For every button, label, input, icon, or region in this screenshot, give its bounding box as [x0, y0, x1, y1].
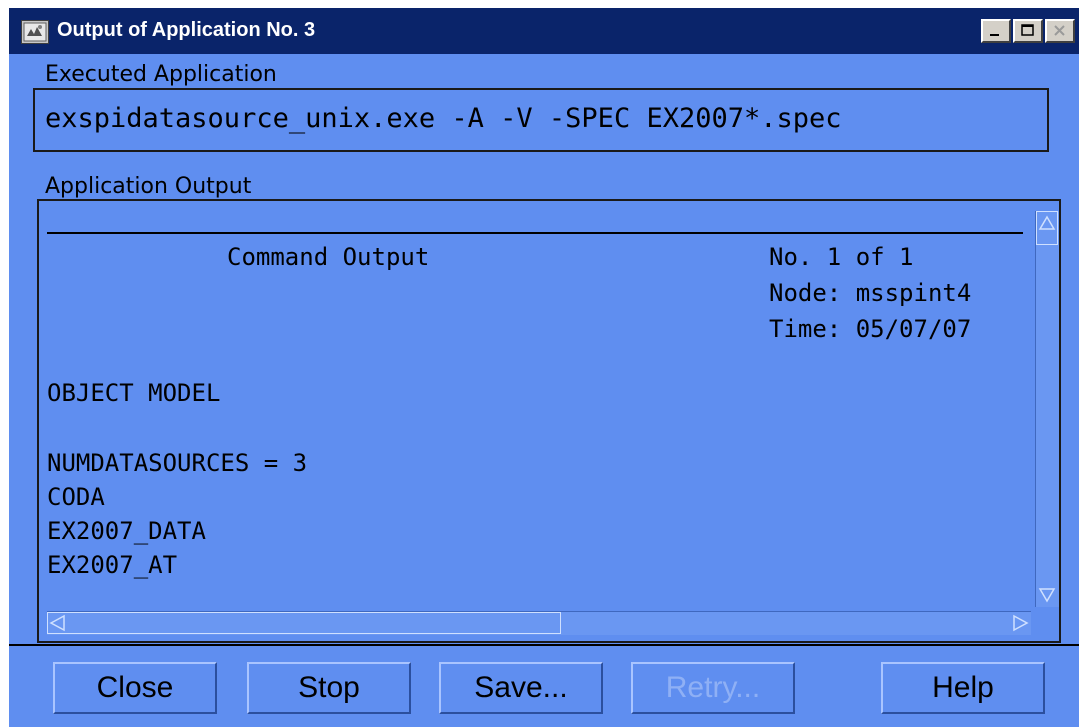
- title-bar[interactable]: Output of Application No. 3: [9, 8, 1079, 54]
- scroll-left-arrow-icon[interactable]: [49, 614, 67, 632]
- application-output-label: Application Output: [45, 174, 252, 199]
- minimize-button[interactable]: [981, 19, 1011, 43]
- horizontal-scroll-thumb[interactable]: [47, 612, 561, 634]
- horizontal-scrollbar[interactable]: [47, 611, 1031, 635]
- scroll-down-arrow-icon[interactable]: [1038, 587, 1056, 603]
- output-line: OBJECT MODEL: [47, 379, 221, 407]
- executed-application-label: Executed Application: [45, 62, 277, 87]
- maximize-button[interactable]: [1013, 19, 1043, 43]
- close-window-button[interactable]: [1045, 19, 1075, 43]
- output-header-rule: [47, 232, 1023, 234]
- output-line: CODA: [47, 483, 105, 511]
- scroll-right-arrow-icon[interactable]: [1011, 614, 1029, 632]
- executed-application-field[interactable]: exspidatasource_unix.exe -A -V -SPEC EX2…: [33, 88, 1049, 152]
- application-output-text-area[interactable]: Command Output No. 1 of 1 Node: msspint4…: [47, 211, 1023, 607]
- application-output-frame: Command Output No. 1 of 1 Node: msspint4…: [37, 199, 1061, 643]
- output-line: NUMDATASOURCES = 3: [47, 449, 308, 477]
- close-button[interactable]: Close: [53, 662, 217, 714]
- stop-button[interactable]: Stop: [247, 662, 411, 714]
- button-bar-separator: [9, 644, 1079, 646]
- executed-command-text: exspidatasource_unix.exe -A -V -SPEC EX2…: [45, 103, 842, 134]
- scroll-up-arrow-icon[interactable]: [1038, 215, 1056, 231]
- output-node-line: Node: msspint4: [769, 279, 972, 307]
- save-button[interactable]: Save...: [439, 662, 603, 714]
- output-number-line: No. 1 of 1: [769, 243, 914, 271]
- output-time-line: Time: 05/07/07: [769, 315, 972, 343]
- vertical-scrollbar[interactable]: [1035, 211, 1059, 607]
- output-line: EX2007_DATA: [47, 517, 206, 545]
- help-button[interactable]: Help: [881, 662, 1045, 714]
- app-icon[interactable]: [21, 20, 49, 44]
- output-window: Output of Application No. 3 Executed App…: [9, 8, 1079, 727]
- output-line: EX2007_AT: [47, 551, 178, 579]
- retry-button[interactable]: Retry...: [631, 662, 795, 714]
- output-heading: Command Output: [227, 243, 430, 271]
- window-title: Output of Application No. 3: [57, 19, 316, 41]
